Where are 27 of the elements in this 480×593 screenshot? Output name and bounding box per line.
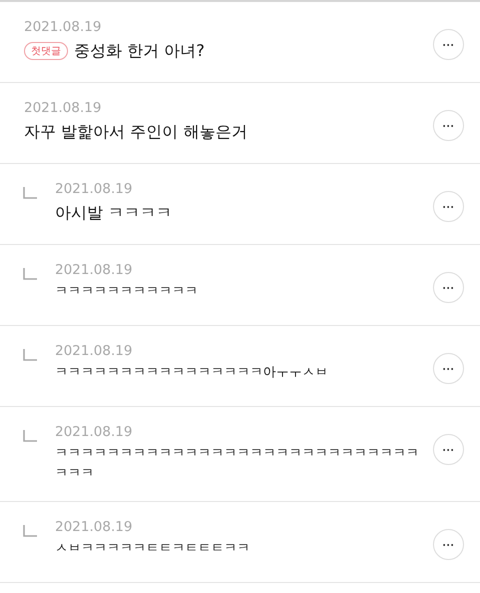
more-options-button[interactable]: ··· bbox=[433, 353, 464, 384]
more-options-button[interactable]: ··· bbox=[433, 110, 464, 141]
reply-corner-icon bbox=[23, 430, 37, 442]
comment-text: 자꾸 발핥아서 주인이 해놓은거 bbox=[24, 121, 248, 143]
reply-corner-icon bbox=[23, 525, 37, 537]
more-options-button[interactable]: ··· bbox=[433, 434, 464, 465]
comment-date: 2021.08.19 bbox=[55, 262, 134, 278]
more-options-button[interactable]: ··· bbox=[433, 29, 464, 60]
comment-text: 아시발 ㅋㅋㅋㅋ bbox=[55, 202, 172, 224]
comment-date: 2021.08.19 bbox=[55, 181, 134, 197]
more-options-button[interactable]: ··· bbox=[433, 272, 464, 303]
comment-date: 2021.08.19 bbox=[24, 100, 102, 116]
comment-text: ㅋㅋㅋㅋㅋㅋㅋㅋㅋㅋㅋㅋㅋㅋㅋㅋ아ㅜㅜㅅㅂ bbox=[55, 364, 328, 382]
comment-text: ㅋㅋㅋㅋㅋㅋㅋㅋㅋㅋㅋㅋㅋㅋㅋㅋㅋㅋㅋㅋㅋㅋㅋㅋㅋㅋㅋㅋㅋㅋㅋ bbox=[55, 445, 420, 482]
comment-date: 2021.08.19 bbox=[55, 519, 134, 535]
comment-date: 2021.08.19 bbox=[55, 343, 134, 359]
comment-text: ㅋㅋㅋㅋㅋㅋㅋㅋㅋㅋㅋ bbox=[55, 283, 198, 301]
comment-date: 2021.08.19 bbox=[55, 424, 134, 440]
comment-text: 중성화 한거 아녀? bbox=[74, 40, 205, 62]
first-comment-badge: 첫댓글 bbox=[24, 42, 68, 60]
comment-text: ㅅㅂㅋㅋㅋㅋㅋㅌㅌㅋㅌㅌㅌㅋㅋ bbox=[55, 540, 250, 558]
reply-corner-icon bbox=[23, 268, 37, 280]
more-options-button[interactable]: ··· bbox=[433, 529, 464, 560]
comment-date: 2021.08.19 bbox=[24, 19, 102, 35]
more-options-button[interactable]: ··· bbox=[433, 191, 464, 222]
reply-corner-icon bbox=[23, 349, 37, 361]
reply-corner-icon bbox=[23, 187, 37, 199]
